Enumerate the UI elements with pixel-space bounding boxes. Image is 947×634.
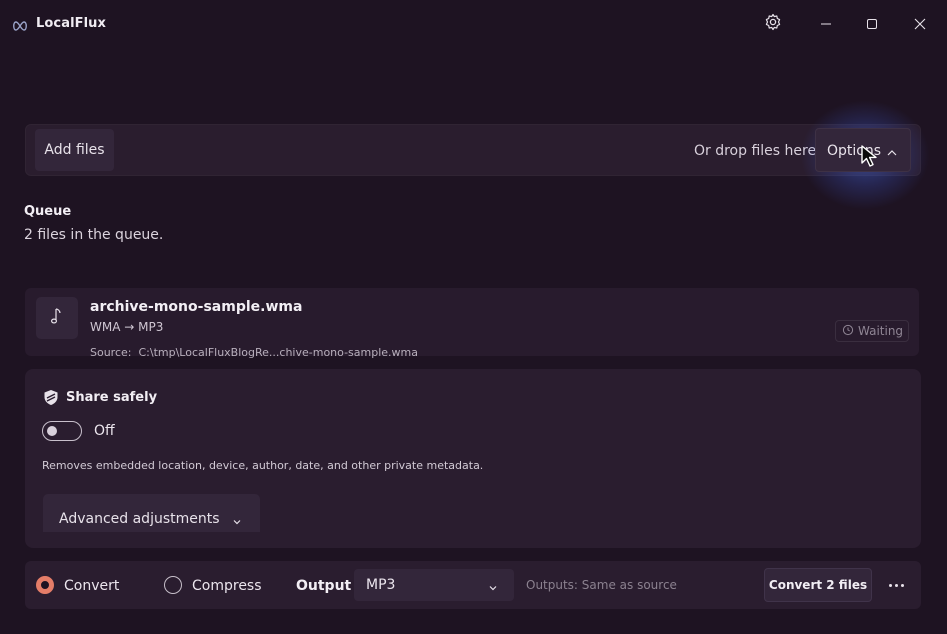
- app-title: LocalFlux: [36, 16, 107, 31]
- file-conversion: WMA → MP3: [90, 320, 164, 334]
- toggle-state-label: Off: [94, 423, 115, 439]
- status-badge: Waiting: [835, 320, 909, 342]
- queue-title: Queue: [24, 204, 72, 219]
- output-label: Output: [296, 578, 352, 594]
- maximize-icon: [866, 15, 878, 34]
- close-button[interactable]: [908, 12, 932, 36]
- file-source-path: C:\tmp\LocalFluxBlogRe...chive-mono-samp…: [138, 346, 419, 359]
- file-name: archive-mono-sample.wma: [90, 299, 303, 315]
- title-bar: [0, 0, 947, 48]
- more-dot: [894, 583, 898, 587]
- share-safely-description: Removes embedded location, device, autho…: [42, 459, 484, 472]
- convert-files-button[interactable]: Convert 2 files: [764, 568, 872, 602]
- toggle-knob: [47, 426, 57, 436]
- minimize-button[interactable]: [814, 12, 838, 36]
- file-source: Source: C:\tmp\LocalFluxBlogRe...chive-m…: [90, 346, 418, 359]
- convert-radio[interactable]: [36, 576, 54, 594]
- file-type-tile: [36, 297, 78, 339]
- settings-button[interactable]: [761, 12, 785, 36]
- queue-count: 2 files in the queue.: [24, 227, 164, 243]
- maximize-button[interactable]: [860, 12, 884, 36]
- gear-icon: [764, 13, 782, 35]
- compress-radio-label[interactable]: Compress: [192, 578, 262, 594]
- chevron-down-icon: [487, 579, 499, 598]
- clock-icon: [842, 324, 854, 339]
- output-format-value: MP3: [366, 577, 396, 593]
- chevron-down-icon: [231, 513, 243, 532]
- share-safely-title: Share safely: [66, 390, 158, 405]
- more-dot: [900, 583, 904, 587]
- compress-radio[interactable]: [164, 576, 182, 594]
- shield-icon: [43, 389, 59, 410]
- chevron-up-icon: [886, 144, 898, 163]
- file-source-label: Source:: [90, 346, 132, 359]
- infinity-icon: [12, 17, 28, 31]
- drop-hint: Or drop files here: [694, 143, 817, 159]
- more-options-button[interactable]: [882, 572, 910, 598]
- add-files-button[interactable]: Add files: [35, 129, 114, 171]
- more-dot: [888, 583, 892, 587]
- outputs-hint: Outputs: Same as source: [526, 578, 677, 592]
- music-note-icon: [49, 306, 65, 330]
- status-text: Waiting: [858, 324, 904, 338]
- convert-radio-label[interactable]: Convert: [64, 578, 119, 594]
- mouse-pointer-icon: [860, 144, 880, 172]
- close-icon: [914, 15, 926, 34]
- minimize-icon: [820, 15, 832, 34]
- advanced-adjustments-label: Advanced adjustments: [59, 511, 220, 527]
